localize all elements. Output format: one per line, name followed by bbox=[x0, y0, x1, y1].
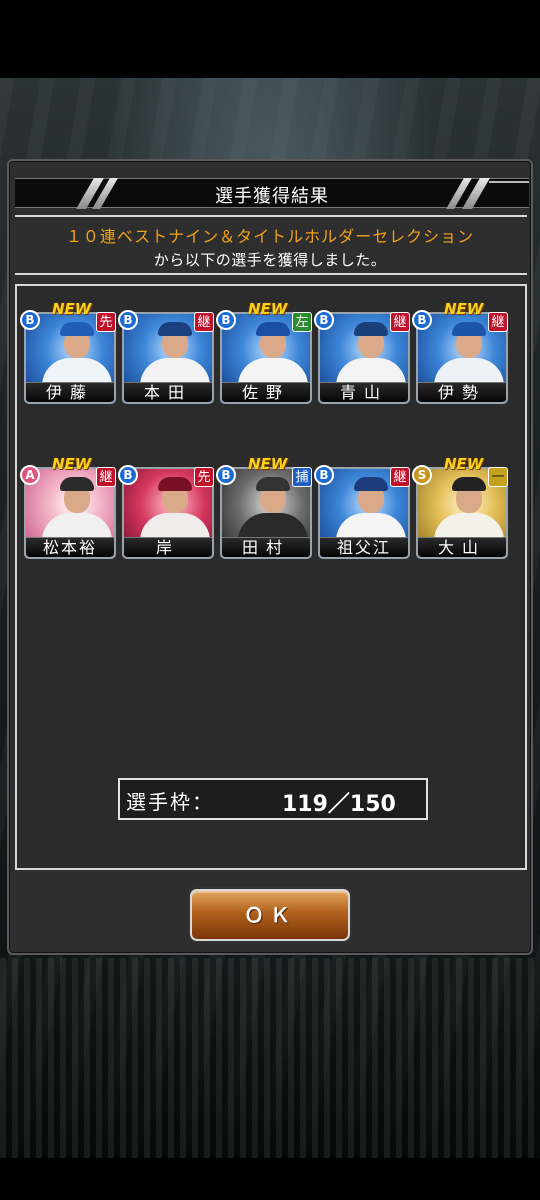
slot-value: 119／150 bbox=[282, 792, 396, 817]
new-tag: NEW bbox=[248, 300, 288, 318]
player-name: 佐野 bbox=[222, 382, 310, 402]
dialog-title-bar: 選手獲得結果 bbox=[15, 178, 529, 209]
rank-badge: B bbox=[314, 465, 334, 485]
position-badge: 捕 bbox=[292, 467, 312, 487]
rank-badge: B bbox=[118, 310, 138, 330]
rank-badge: B bbox=[20, 310, 40, 330]
player-card[interactable]: 佐野 B 左 NEW bbox=[216, 300, 312, 404]
player-figure-cap bbox=[256, 477, 290, 491]
new-tag: NEW bbox=[444, 300, 484, 318]
slot-label: 選手枠： bbox=[126, 790, 214, 814]
player-card[interactable]: 松本裕 A 継 NEW bbox=[20, 455, 116, 559]
dialog-title: 選手獲得結果 bbox=[215, 186, 329, 207]
player-card[interactable]: 大山 S 一 NEW bbox=[412, 455, 508, 559]
new-tag: NEW bbox=[52, 455, 92, 473]
divider-top bbox=[15, 215, 527, 217]
position-badge: 継 bbox=[194, 312, 214, 332]
position-badge: 継 bbox=[390, 467, 410, 487]
rank-badge: A bbox=[20, 465, 40, 485]
acquired-players-panel: 伊藤 B 先 NEW 本田 B 継佐野 B 左 NEW 青山 B 継伊勢 B 継 NEW 松本裕 A 継 NEW 岸 B 先… bbox=[15, 284, 527, 870]
result-summary: １０連ベストナイン＆タイトルホルダーセレクション から以下の選手を獲得しました。 bbox=[9, 223, 531, 270]
player-name: 祖父江 bbox=[320, 537, 408, 557]
player-card[interactable]: 本田 B 継 bbox=[118, 310, 214, 404]
result-message: から以下の選手を獲得しました。 bbox=[153, 251, 387, 269]
player-name: 田村 bbox=[222, 537, 310, 557]
player-name: 青山 bbox=[320, 382, 408, 402]
player-figure-cap bbox=[354, 322, 388, 336]
player-card[interactable]: 青山 B 継 bbox=[314, 310, 410, 404]
position-badge: 一 bbox=[488, 467, 508, 487]
player-name: 松本裕 bbox=[26, 537, 114, 557]
player-name: 大山 bbox=[418, 537, 506, 557]
player-figure-cap bbox=[452, 322, 486, 336]
position-badge: 先 bbox=[96, 312, 116, 332]
new-tag: NEW bbox=[52, 300, 92, 318]
player-figure-cap bbox=[158, 322, 192, 336]
gacha-name: １０連ベストナイン＆タイトルホルダーセレクション bbox=[65, 227, 475, 246]
acquisition-result-dialog: 選手獲得結果 １０連ベストナイン＆タイトルホルダーセレクション から以下の選手を… bbox=[7, 159, 533, 955]
ok-button[interactable]: ＯＫ bbox=[190, 889, 350, 941]
player-slot-counter: 選手枠： 119／150 bbox=[118, 778, 428, 820]
player-card[interactable]: 岸 B 先 bbox=[118, 465, 214, 559]
player-name: 伊藤 bbox=[26, 382, 114, 402]
player-card[interactable]: 伊勢 B 継 NEW bbox=[412, 300, 508, 404]
position-badge: 継 bbox=[390, 312, 410, 332]
divider-bottom bbox=[15, 273, 527, 275]
rank-badge: B bbox=[314, 310, 334, 330]
player-figure-cap bbox=[354, 477, 388, 491]
new-tag: NEW bbox=[248, 455, 288, 473]
player-figure-cap bbox=[60, 322, 94, 336]
player-figure-cap bbox=[452, 477, 486, 491]
player-name: 岸 bbox=[124, 537, 212, 557]
position-badge: 継 bbox=[488, 312, 508, 332]
rank-badge: S bbox=[412, 465, 432, 485]
new-tag: NEW bbox=[444, 455, 484, 473]
rank-badge: B bbox=[118, 465, 138, 485]
rank-badge: B bbox=[216, 465, 236, 485]
position-badge: 左 bbox=[292, 312, 312, 332]
player-card[interactable]: 伊藤 B 先 NEW bbox=[20, 300, 116, 404]
player-name: 本田 bbox=[124, 382, 212, 402]
player-figure-cap bbox=[256, 322, 290, 336]
player-figure-cap bbox=[60, 477, 94, 491]
rank-badge: B bbox=[216, 310, 236, 330]
position-badge: 先 bbox=[194, 467, 214, 487]
player-card[interactable]: 祖父江 B 継 bbox=[314, 465, 410, 559]
player-card[interactable]: 田村 B 捕 NEW bbox=[216, 455, 312, 559]
position-badge: 継 bbox=[96, 467, 116, 487]
rank-badge: B bbox=[412, 310, 432, 330]
player-figure-cap bbox=[158, 477, 192, 491]
player-name: 伊勢 bbox=[418, 382, 506, 402]
